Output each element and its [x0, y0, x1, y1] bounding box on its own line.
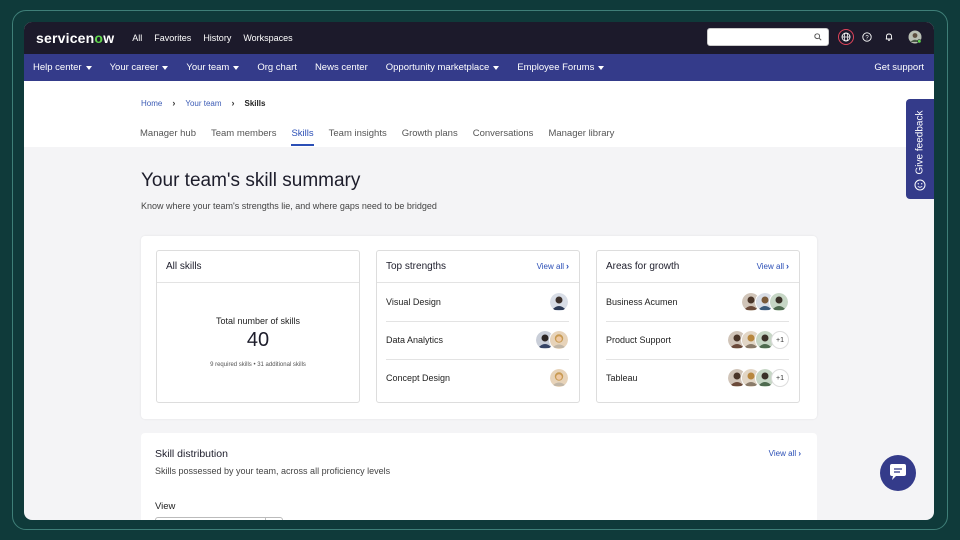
nav-news-center[interactable]: News center: [315, 62, 368, 73]
chat-bubble-icon: [890, 464, 906, 480]
view-label: View: [155, 501, 176, 512]
avatar-group: [741, 292, 789, 312]
chevron-right-icon: ›: [798, 449, 801, 458]
nav-employee-forums[interactable]: Employee Forums: [517, 62, 605, 73]
topnav-history[interactable]: History: [203, 33, 231, 43]
topnav-favorites[interactable]: Favorites: [154, 33, 191, 43]
search-icon[interactable]: [814, 33, 822, 41]
tab-team-members[interactable]: Team members: [211, 128, 276, 146]
avatar-group: [535, 330, 569, 350]
tab-manager-hub[interactable]: Manager hub: [140, 128, 196, 146]
tab-growth-plans[interactable]: Growth plans: [402, 128, 458, 146]
topnav-workspaces[interactable]: Workspaces: [243, 33, 292, 43]
areas-for-growth-view-all[interactable]: View all ›: [757, 261, 789, 271]
nav-your-team[interactable]: Your team: [186, 62, 240, 73]
skill-distribution-subtitle: Skills possessed by your team, across al…: [155, 466, 391, 476]
page-header: Home › Your team › Skills Manager hub Te…: [24, 81, 934, 147]
avatar[interactable]: [769, 292, 789, 312]
user-avatar[interactable]: [908, 30, 922, 44]
skill-distribution-title: Skill distribution: [155, 448, 228, 460]
skill-distribution-panel: Skill distribution Skills possessed by y…: [141, 433, 817, 520]
tab-skills[interactable]: Skills: [291, 128, 314, 146]
nav-org-chart[interactable]: Org chart: [257, 62, 297, 73]
nav-help-center[interactable]: Help center: [33, 62, 92, 73]
list-item[interactable]: Visual Design: [386, 283, 569, 322]
help-icon[interactable]: ?: [860, 30, 874, 44]
avatar-group: +1: [727, 330, 789, 350]
search-box: [707, 28, 829, 47]
bell-icon[interactable]: [882, 30, 896, 44]
breadcrumb-home[interactable]: Home: [141, 99, 162, 108]
nav-opportunity-marketplace[interactable]: Opportunity marketplace: [386, 62, 500, 73]
browser-window: servicenow All Favorites History Workspa…: [24, 22, 934, 520]
breadcrumb-current: Skills: [244, 98, 266, 108]
areas-for-growth-card: Areas for growth View all › Business Acum…: [596, 250, 800, 403]
all-skills-card: All skills Total number of skills 40 9 r…: [156, 250, 360, 403]
chevron-down-icon: [493, 65, 500, 70]
give-feedback-tab[interactable]: Give feedback: [906, 99, 934, 199]
list-item[interactable]: Business Acumen: [606, 283, 789, 322]
main-nav: Help center Your career Your team Org ch…: [24, 54, 934, 81]
tab-conversations[interactable]: Conversations: [473, 128, 534, 146]
avatar-group: [549, 368, 569, 388]
get-support-link[interactable]: Get support: [874, 62, 924, 73]
more-avatars-badge[interactable]: +1: [771, 331, 789, 349]
list-item[interactable]: Concept Design: [386, 359, 569, 397]
card-title: All skills: [157, 251, 359, 283]
chat-button[interactable]: [880, 455, 916, 491]
avatar[interactable]: [549, 330, 569, 350]
breadcrumb-your-team[interactable]: Your team: [185, 99, 221, 108]
avatar-group: +1: [727, 368, 789, 388]
search-input[interactable]: [712, 31, 816, 47]
page-subtitle: Know where your team's strengths lie, an…: [141, 201, 437, 211]
list-item[interactable]: Data Analytics: [386, 321, 569, 360]
top-strengths-card: Top strengths View all › Visual Design Da…: [376, 250, 580, 403]
top-nav: All Favorites History Workspaces: [124, 33, 296, 43]
more-avatars-badge[interactable]: +1: [771, 369, 789, 387]
view-select[interactable]: [155, 517, 283, 520]
give-feedback-label: Give feedback: [914, 110, 926, 175]
page-title: Your team's skill summary: [141, 170, 361, 191]
top-strengths-view-all[interactable]: View all ›: [537, 261, 569, 271]
chevron-right-icon: ›: [231, 98, 235, 108]
avatar[interactable]: [549, 292, 569, 312]
total-skills-label: Total number of skills: [215, 316, 301, 326]
breadcrumb: Home › Your team › Skills: [141, 98, 265, 108]
skill-summary-panel: All skills Total number of skills 40 9 r…: [141, 236, 817, 419]
tab-bar: Manager hub Team members Skills Team ins…: [140, 128, 629, 146]
skill-distribution-view-all[interactable]: View all ›: [769, 449, 801, 458]
tab-manager-library[interactable]: Manager library: [548, 128, 614, 146]
smiley-icon: [914, 179, 926, 191]
select-divider: [265, 518, 266, 520]
avatar[interactable]: [549, 368, 569, 388]
globe-icon[interactable]: [838, 29, 854, 45]
tab-team-insights[interactable]: Team insights: [329, 128, 387, 146]
top-bar: servicenow All Favorites History Workspa…: [24, 22, 934, 54]
chevron-down-icon: [233, 65, 240, 70]
list-item[interactable]: Tableau +1: [606, 359, 789, 397]
chevron-right-icon: ›: [172, 98, 176, 108]
chevron-down-icon: [598, 65, 605, 70]
nav-your-career[interactable]: Your career: [110, 62, 169, 73]
chevron-right-icon: ›: [566, 261, 569, 271]
list-item[interactable]: Product Support +1: [606, 321, 789, 360]
servicenow-logo[interactable]: servicenow: [36, 30, 114, 46]
avatar-group: [549, 292, 569, 312]
topnav-all[interactable]: All: [132, 33, 142, 43]
chevron-down-icon: [162, 65, 169, 70]
chevron-right-icon: ›: [786, 261, 789, 271]
skills-breakdown: 9 required skills • 31 additional skills: [210, 362, 306, 368]
total-skills-count: 40: [246, 329, 270, 351]
chevron-down-icon: [85, 65, 92, 70]
